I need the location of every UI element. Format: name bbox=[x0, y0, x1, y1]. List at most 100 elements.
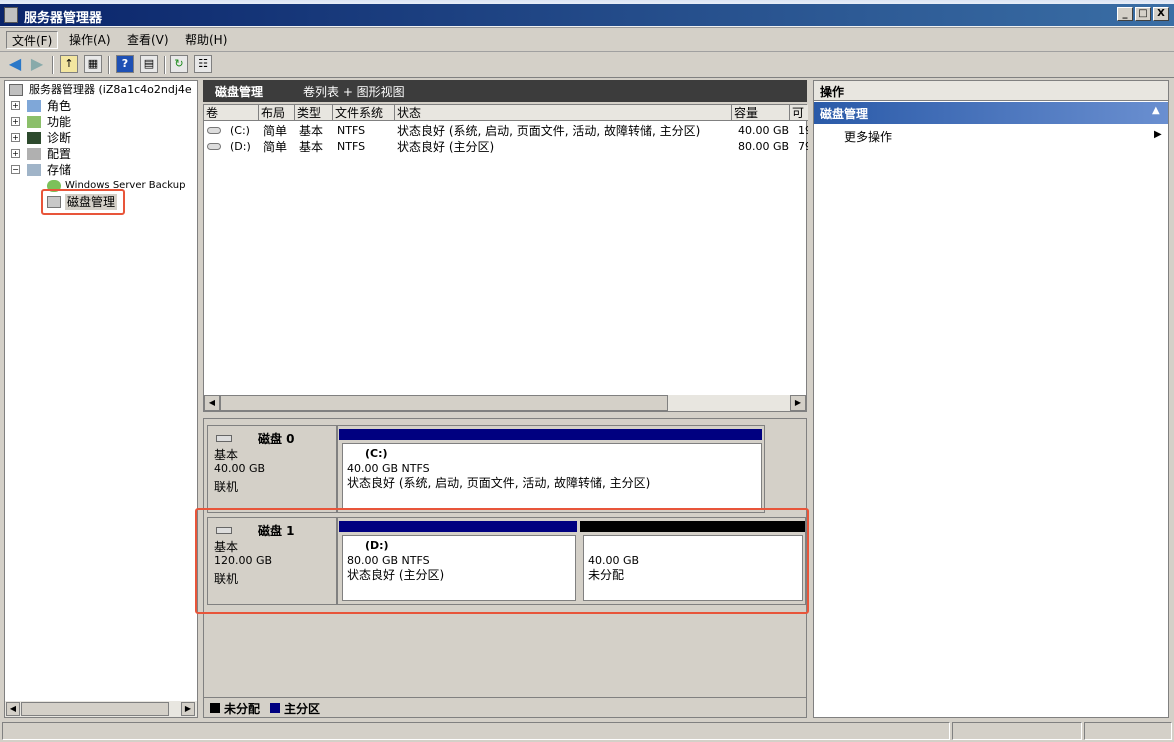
expand-icon[interactable]: + bbox=[11, 149, 20, 158]
toolbar-separator bbox=[52, 56, 54, 74]
volume-list: 卷 布局 类型 文件系统 状态 容量 可 (C:) 简单 基本 NTFS 状态良… bbox=[203, 104, 808, 412]
cell-filesystem: NTFS bbox=[337, 124, 366, 137]
menu-help[interactable]: 帮助(H) bbox=[180, 31, 232, 49]
tree-item-label: 磁盘管理 bbox=[65, 194, 118, 210]
cell-layout: 简单 bbox=[263, 124, 288, 138]
back-arrow-icon[interactable]: ◀ bbox=[6, 55, 24, 73]
cell-filesystem: NTFS bbox=[337, 140, 366, 153]
cell-capacity: 40.00 GB bbox=[738, 124, 790, 137]
column-header-status[interactable]: 状态 bbox=[395, 105, 732, 121]
legend-label-unallocated: 未分配 bbox=[224, 702, 261, 716]
status-panel-3 bbox=[1084, 722, 1172, 740]
disk-management-icon bbox=[47, 196, 61, 208]
column-header-free[interactable]: 可 bbox=[790, 105, 808, 121]
tree-item-label: 存储 bbox=[47, 163, 72, 177]
legend-swatch-primary bbox=[270, 703, 280, 713]
list-horizontal-scrollbar[interactable]: ◀ ▶ bbox=[204, 395, 806, 411]
export-icon[interactable]: ☷ bbox=[194, 55, 212, 73]
disk-1-info[interactable]: 磁盘 1 基本 120.00 GB 联机 bbox=[207, 517, 337, 605]
disk-state: 联机 bbox=[214, 572, 239, 586]
properties-icon[interactable]: ▤ bbox=[140, 55, 158, 73]
action-more-actions[interactable]: 更多操作 ▶ bbox=[814, 127, 1168, 145]
actions-pane: 操作 磁盘管理 ▲ 更多操作 ▶ bbox=[813, 80, 1169, 718]
disk-1-partitions: (D:) 80.00 GB NTFS 状态良好 (主分区) 40.00 GB 未… bbox=[337, 517, 806, 605]
disk-0-partitions: (C:) 40.00 GB NTFS 状态良好 (系统, 启动, 页面文件, 活… bbox=[337, 425, 765, 513]
tree-item-label: 功能 bbox=[47, 115, 72, 129]
disk-name: 磁盘 0 bbox=[258, 432, 295, 446]
tree-item-label: 配置 bbox=[47, 147, 72, 161]
collapse-icon[interactable]: − bbox=[11, 165, 20, 174]
folder-up-icon[interactable]: ↑ bbox=[60, 55, 78, 73]
status-panel-2 bbox=[952, 722, 1082, 740]
title-bar-gradient: 服务器管理器 _ □ X bbox=[0, 4, 1174, 26]
forward-arrow-icon[interactable]: ▶ bbox=[28, 55, 46, 73]
partition-bar bbox=[580, 521, 805, 532]
cell-type: 基本 bbox=[299, 124, 324, 138]
maximize-button[interactable]: □ bbox=[1135, 7, 1151, 21]
menu-file[interactable]: 文件(F) bbox=[6, 31, 59, 49]
expand-icon[interactable]: + bbox=[11, 117, 20, 126]
toolbar-separator bbox=[164, 56, 166, 74]
column-header-type[interactable]: 类型 bbox=[295, 105, 333, 121]
window-title: 服务器管理器 bbox=[24, 11, 103, 26]
column-header-capacity[interactable]: 容量 bbox=[732, 105, 790, 121]
center-title: 磁盘管理 bbox=[215, 85, 264, 99]
table-row[interactable]: (D:) 简单 基本 NTFS 状态良好 (主分区) 80.00 GB 79 bbox=[204, 139, 808, 155]
disk-icon bbox=[216, 435, 232, 442]
column-header-volume[interactable]: 卷 bbox=[204, 105, 259, 121]
scroll-right-icon[interactable]: ▶ bbox=[790, 395, 806, 411]
cell-type: 基本 bbox=[299, 140, 324, 154]
scroll-right-icon[interactable]: ▶ bbox=[181, 702, 195, 716]
drive-icon bbox=[207, 127, 221, 134]
table-row[interactable]: (C:) 简单 基本 NTFS 状态良好 (系统, 启动, 页面文件, 活动, … bbox=[204, 123, 808, 139]
refresh-icon[interactable]: ↻ bbox=[170, 55, 188, 73]
cell-layout: 简单 bbox=[263, 140, 288, 154]
partition-c[interactable]: (C:) 40.00 GB NTFS 状态良好 (系统, 启动, 页面文件, 活… bbox=[342, 443, 762, 509]
scroll-thumb[interactable] bbox=[21, 702, 169, 716]
cell-free: 19 bbox=[798, 124, 808, 137]
disk-graphical-view: 磁盘 0 基本 40.00 GB 联机 (C:) 40.00 GB NTFS 状… bbox=[195, 418, 809, 718]
actions-title: 操作 bbox=[820, 85, 845, 99]
menu-bar: 文件(F) 操作(A) 查看(V) 帮助(H) bbox=[0, 28, 1174, 52]
menu-action[interactable]: 操作(A) bbox=[64, 31, 116, 49]
scroll-thumb[interactable] bbox=[220, 395, 668, 411]
tree-horizontal-scrollbar[interactable]: ◀ ▶ bbox=[5, 701, 197, 717]
cell-status: 状态良好 (主分区) bbox=[397, 140, 495, 154]
cell-status: 状态良好 (系统, 启动, 页面文件, 活动, 故障转储, 主分区) bbox=[397, 124, 701, 138]
cell-volume: (D:) bbox=[230, 140, 251, 153]
tree-item-label: 角色 bbox=[47, 99, 72, 113]
partition-unallocated[interactable]: 40.00 GB 未分配 bbox=[583, 535, 803, 601]
roles-icon bbox=[27, 100, 41, 112]
expand-icon[interactable]: + bbox=[11, 101, 20, 110]
close-button[interactable]: X bbox=[1153, 7, 1169, 21]
column-header-filesystem[interactable]: 文件系统 bbox=[333, 105, 395, 121]
scroll-left-icon[interactable]: ◀ bbox=[204, 395, 220, 411]
minimize-button[interactable]: _ bbox=[1117, 7, 1133, 21]
legend: 未分配 主分区 bbox=[204, 697, 806, 717]
cell-free: 79 bbox=[798, 140, 808, 153]
console-icon[interactable]: ▦ bbox=[84, 55, 102, 73]
drive-icon bbox=[207, 143, 221, 150]
disk-name: 磁盘 1 bbox=[258, 524, 295, 538]
partition-status: 未分配 bbox=[588, 568, 625, 582]
scroll-left-icon[interactable]: ◀ bbox=[6, 702, 20, 716]
legend-label-primary: 主分区 bbox=[284, 702, 321, 716]
partition-size: 40.00 GB bbox=[588, 554, 640, 567]
column-header-layout[interactable]: 布局 bbox=[259, 105, 295, 121]
status-panel-main bbox=[2, 722, 950, 740]
partition-d[interactable]: (D:) 80.00 GB NTFS 状态良好 (主分区) bbox=[342, 535, 576, 601]
help-icon[interactable]: ? bbox=[116, 55, 134, 73]
collapse-arrow-icon[interactable]: ▲ bbox=[1152, 105, 1160, 116]
menu-view[interactable]: 查看(V) bbox=[122, 31, 174, 49]
disk-size: 120.00 GB bbox=[214, 554, 273, 567]
actions-section-header[interactable]: 磁盘管理 ▲ bbox=[814, 102, 1168, 124]
cell-capacity: 80.00 GB bbox=[738, 140, 790, 153]
server-icon bbox=[9, 84, 23, 96]
partition-bar bbox=[339, 521, 577, 532]
disk-0-info[interactable]: 磁盘 0 基本 40.00 GB 联机 bbox=[207, 425, 337, 513]
expand-icon[interactable]: + bbox=[11, 133, 20, 142]
tree-root-label: 服务器管理器 (iZ8a1c4o2ndj4e bbox=[29, 83, 192, 96]
actions-section-title: 磁盘管理 bbox=[820, 107, 869, 121]
partition-label: (C:) bbox=[365, 447, 388, 460]
configuration-icon bbox=[27, 148, 41, 160]
